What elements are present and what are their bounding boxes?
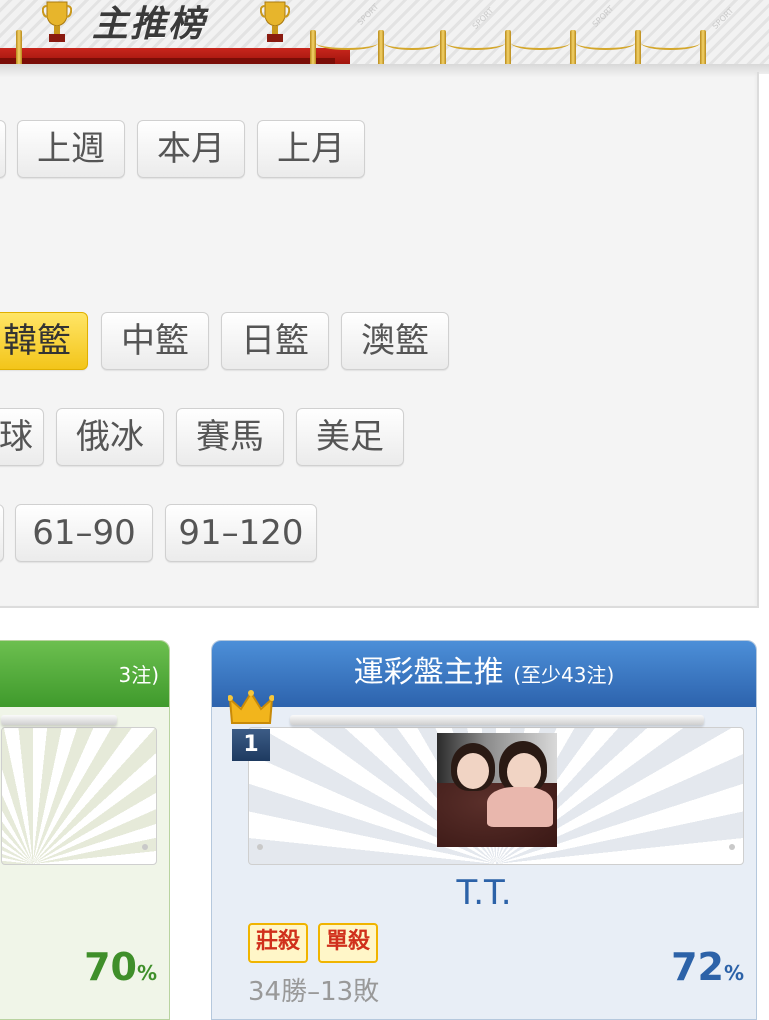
league-chip-australia-basketball[interactable]: 澳籃 <box>341 312 449 370</box>
screw-decoration <box>257 844 263 850</box>
sport-chip-ball[interactable]: 球 <box>0 408 44 466</box>
sport-watermark: SPORT <box>590 4 616 29</box>
league-chip-korea-basketball[interactable]: 韓籃 <box>0 312 88 370</box>
rope <box>446 36 505 50</box>
ranking-card-green[interactable]: 3注) 70% <box>0 640 170 1020</box>
sport-chip-horse-racing[interactable]: 賽馬 <box>176 408 284 466</box>
league-chip-china-basketball[interactable]: 中籃 <box>101 312 209 370</box>
period-chip-this-month[interactable]: 本月 <box>137 120 245 178</box>
rope <box>384 36 440 50</box>
avatar[interactable] <box>437 733 557 847</box>
sport-watermark: SPORT <box>470 6 496 31</box>
tag-badge: 莊殺 <box>248 923 309 963</box>
range-chip-61-90[interactable]: 61–90 <box>15 504 153 562</box>
range-chip-partial[interactable] <box>0 504 4 562</box>
ranking-card-blue[interactable]: 運彩盤主推 (至少43注) 1 T.T. 莊殺 單殺 34勝–13敗 72% <box>211 640 757 1020</box>
rank-number: 1 <box>232 729 270 761</box>
rope <box>316 36 378 50</box>
rope <box>511 36 570 50</box>
card-header: 3注) <box>0 641 169 707</box>
rope <box>641 36 700 50</box>
rope-post <box>700 30 706 68</box>
league-chip-japan-basketball[interactable]: 日籃 <box>221 312 329 370</box>
photo-stage <box>1 727 157 865</box>
sport-watermark: SPORT <box>710 6 736 31</box>
card-title-note: (至少43注) <box>513 663 615 687</box>
photo-face <box>457 753 489 789</box>
screw-decoration <box>142 844 148 850</box>
sport-chip-american-football[interactable]: 美足 <box>296 408 404 466</box>
trophy-icon <box>260 1 290 42</box>
period-chip-partial[interactable] <box>0 120 6 178</box>
rope-post <box>16 30 22 68</box>
win-loss-record: 34勝–13敗 <box>248 977 380 1007</box>
sport-chip-russian-hockey[interactable]: 俄冰 <box>56 408 164 466</box>
period-chip-last-month[interactable]: 上月 <box>257 120 365 178</box>
win-percentage: 72% <box>671 945 744 989</box>
card-header: 運彩盤主推 (至少43注) <box>212 641 756 707</box>
photo-coat <box>487 787 553 827</box>
card-title-note: 3注) <box>118 663 159 687</box>
screw-decoration <box>729 844 735 850</box>
page-title: 主推榜 <box>92 4 207 45</box>
user-name[interactable]: T.T. <box>212 873 756 913</box>
ranking-banner: 主推榜 SPORT SPORT SPORT SPORT <box>0 0 769 70</box>
range-chip-91-120[interactable]: 91–120 <box>165 504 317 562</box>
stage-shelf <box>1 715 117 725</box>
trophy-icon <box>42 1 72 42</box>
stage-shelf <box>290 715 704 725</box>
sport-watermark: SPORT <box>355 2 381 27</box>
tag-badge: 單殺 <box>318 923 379 963</box>
rope <box>576 36 635 50</box>
photo-face <box>507 753 541 791</box>
win-percentage: 70% <box>84 945 157 989</box>
card-title: 運彩盤主推 <box>353 655 504 690</box>
period-chip-last-week[interactable]: 上週 <box>17 120 125 178</box>
crown-icon <box>228 690 274 724</box>
